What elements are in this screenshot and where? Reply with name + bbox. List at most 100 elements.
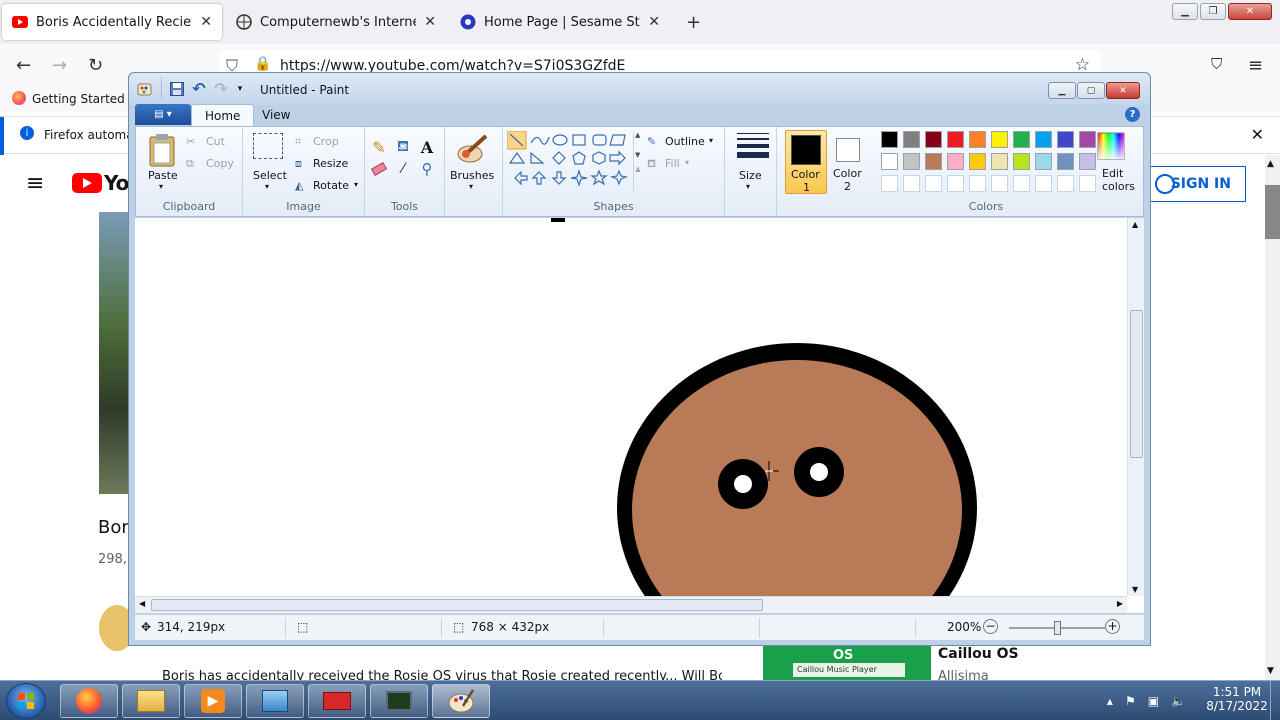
palette-swatch[interactable] bbox=[925, 131, 942, 148]
canvas-scroll-right-icon[interactable]: ▶ bbox=[1117, 599, 1123, 608]
resize-button[interactable]: Resize bbox=[313, 157, 348, 170]
tab-computernewb[interactable]: Computernewb's Internet Pub ✕ bbox=[226, 4, 446, 40]
tab-home[interactable]: Home bbox=[191, 104, 255, 126]
palette-swatch[interactable] bbox=[903, 153, 920, 170]
fill-button[interactable]: Fill bbox=[665, 157, 680, 170]
close-tab-icon[interactable]: ✕ bbox=[200, 14, 212, 30]
cut-button[interactable]: Cut bbox=[206, 135, 225, 148]
palette-swatch[interactable] bbox=[1035, 131, 1052, 148]
lock-icon[interactable]: 🔒 bbox=[254, 56, 271, 72]
shapes-gallery[interactable] bbox=[506, 130, 631, 191]
taskbar-paint[interactable] bbox=[432, 684, 490, 718]
fill-bucket-icon[interactable]: ⛾ bbox=[393, 137, 413, 157]
color2-button[interactable]: Color 2 bbox=[829, 130, 869, 194]
canvas-hscroll-thumb[interactable] bbox=[151, 599, 763, 611]
new-tab-icon[interactable]: + bbox=[686, 12, 701, 33]
shapes-scroll-down-icon[interactable]: ▼ bbox=[634, 151, 643, 159]
palette-swatch[interactable] bbox=[947, 153, 964, 170]
taskbar-media-player[interactable]: ▶ bbox=[184, 684, 242, 718]
paint-menu-button[interactable]: ▤ ▾ bbox=[135, 104, 191, 125]
start-button[interactable] bbox=[6, 683, 46, 719]
close-notification-icon[interactable]: ✕ bbox=[1251, 125, 1264, 144]
youtube-logo-icon[interactable] bbox=[72, 173, 102, 193]
scroll-down-icon[interactable]: ▼ bbox=[1267, 666, 1274, 676]
palette-swatch[interactable] bbox=[969, 153, 986, 170]
taskbar-monitor[interactable] bbox=[370, 684, 428, 718]
palette-swatch[interactable] bbox=[1035, 153, 1052, 170]
eraser-icon[interactable] bbox=[369, 159, 389, 179]
palette-swatch[interactable] bbox=[903, 131, 920, 148]
taskbar-control-panel[interactable] bbox=[246, 684, 304, 718]
size-dropdown-icon[interactable]: ▾ bbox=[746, 182, 750, 191]
menu-icon[interactable]: ≡ bbox=[1248, 55, 1263, 76]
reload-icon[interactable]: ↻ bbox=[88, 55, 103, 76]
close-tab-icon[interactable]: ✕ bbox=[424, 14, 436, 30]
restore-icon[interactable]: ❐ bbox=[1200, 3, 1226, 20]
palette-swatch[interactable] bbox=[1013, 131, 1030, 148]
palette-swatch[interactable] bbox=[1013, 153, 1030, 170]
scroll-up-icon[interactable]: ▲ bbox=[1267, 159, 1274, 169]
minimize-icon[interactable]: ▁ bbox=[1172, 3, 1198, 20]
rotate-dropdown-icon[interactable]: ▾ bbox=[354, 180, 358, 189]
palette-empty-swatch[interactable] bbox=[1079, 175, 1096, 192]
size-icon[interactable] bbox=[737, 133, 769, 158]
copy-button[interactable]: Copy bbox=[206, 157, 234, 170]
brushes-icon[interactable] bbox=[455, 131, 491, 165]
text-tool-icon[interactable]: A bbox=[417, 137, 437, 157]
brushes-label[interactable]: Brushes bbox=[450, 169, 494, 182]
close-tab-icon[interactable]: ✕ bbox=[648, 14, 660, 30]
palette-empty-swatch[interactable] bbox=[1057, 175, 1074, 192]
pencil-icon[interactable]: ✎ bbox=[369, 137, 389, 157]
outline-dropdown-icon[interactable]: ▾ bbox=[709, 136, 713, 145]
canvas-horizontal-scrollbar[interactable]: ◀ ▶ bbox=[135, 596, 1127, 613]
palette-swatch[interactable] bbox=[1079, 131, 1096, 148]
palette-swatch[interactable] bbox=[969, 131, 986, 148]
canvas-scroll-down-icon[interactable]: ▼ bbox=[1132, 585, 1138, 594]
palette-empty-swatch[interactable] bbox=[903, 175, 920, 192]
related-video-thumbnail[interactable]: OS Caillou Music Player bbox=[763, 646, 931, 680]
page-scrollbar-thumb[interactable] bbox=[1265, 185, 1280, 239]
palette-swatch[interactable] bbox=[925, 153, 942, 170]
page-scrollbar[interactable] bbox=[1265, 155, 1280, 680]
tab-view[interactable]: View bbox=[249, 104, 303, 126]
hamburger-menu-icon[interactable]: ≡ bbox=[26, 171, 44, 196]
palette-empty-swatch[interactable] bbox=[969, 175, 986, 192]
palette-swatch[interactable] bbox=[947, 131, 964, 148]
close-window-icon[interactable]: ✕ bbox=[1228, 3, 1272, 20]
crop-button[interactable]: Crop bbox=[313, 135, 339, 148]
palette-swatch[interactable] bbox=[881, 131, 898, 148]
show-desktop-button[interactable] bbox=[1270, 681, 1280, 720]
paint-close-icon[interactable]: ✕ bbox=[1106, 82, 1140, 99]
canvas-vscroll-thumb[interactable] bbox=[1130, 310, 1143, 458]
redo-icon[interactable]: ↷ bbox=[213, 79, 229, 98]
related-video-title[interactable]: Caillou OS bbox=[938, 646, 1019, 662]
color-picker-icon[interactable]: ⁄ bbox=[393, 159, 413, 179]
zoom-slider-thumb[interactable] bbox=[1054, 621, 1061, 635]
tab-sesame-street[interactable]: Home Page | Sesame Street | PB ✕ bbox=[450, 4, 670, 40]
palette-swatch[interactable] bbox=[1057, 153, 1074, 170]
palette-swatch[interactable] bbox=[991, 153, 1008, 170]
edit-colors-icon[interactable] bbox=[1096, 131, 1126, 161]
back-icon[interactable]: ← bbox=[16, 55, 31, 76]
bookmark-getting-started[interactable]: Getting Started bbox=[32, 92, 125, 106]
palette-swatch[interactable] bbox=[991, 131, 1008, 148]
size-label[interactable]: Size bbox=[739, 169, 762, 182]
action-center-flag-icon[interactable]: ⚑ bbox=[1125, 694, 1136, 708]
sign-in-button[interactable]: SIGN IN bbox=[1146, 166, 1246, 202]
pocket-icon[interactable]: ⛉ bbox=[1211, 55, 1222, 73]
shapes-scroller[interactable]: ▲ ▼ ≚ bbox=[633, 131, 643, 191]
clock[interactable]: 1:51 PM 8/17/2022 bbox=[1202, 685, 1272, 713]
paste-dropdown-icon[interactable]: ▾ bbox=[159, 182, 163, 191]
taskbar-firefox[interactable] bbox=[60, 684, 118, 718]
taskbar-toolbox[interactable] bbox=[308, 684, 366, 718]
fill-dropdown-icon[interactable]: ▾ bbox=[685, 158, 689, 167]
tab-youtube[interactable]: Boris Accidentally Recieves Ros ✕ bbox=[2, 4, 222, 40]
taskbar-explorer[interactable] bbox=[122, 684, 180, 718]
zoom-slider[interactable] bbox=[1009, 621, 1105, 635]
paint-maximize-icon[interactable]: ▢ bbox=[1077, 82, 1105, 99]
save-icon[interactable] bbox=[169, 81, 185, 97]
related-video-channel[interactable]: Allisima bbox=[938, 669, 989, 680]
zoom-out-icon[interactable]: − bbox=[983, 619, 998, 634]
magnifier-icon[interactable]: ⚲ bbox=[417, 159, 437, 179]
select-dropdown-icon[interactable]: ▾ bbox=[265, 182, 269, 191]
